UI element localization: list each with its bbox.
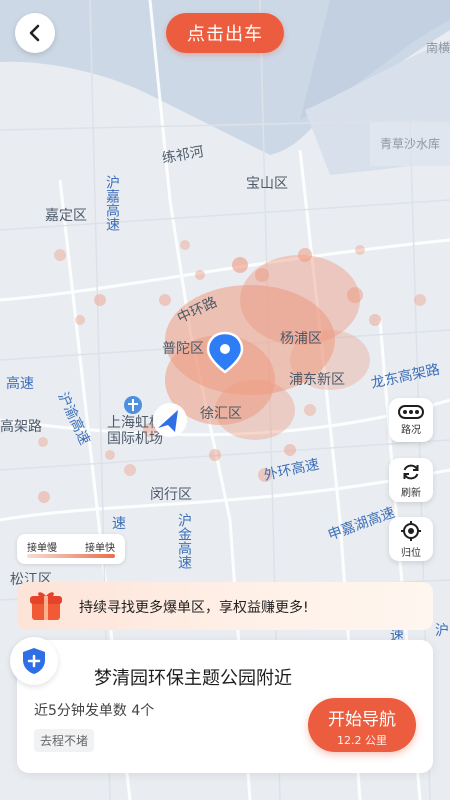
heat-legend: 接单慢 接单快 — [17, 534, 125, 564]
refresh-button[interactable]: 刷新 — [389, 458, 433, 502]
map-label-minhang: 闵行区 — [150, 487, 192, 503]
map-label-pudong: 浦东新区 — [289, 372, 345, 388]
map-label-nanheng: 南横 — [426, 40, 450, 55]
refresh-icon — [403, 464, 419, 479]
gift-icon — [30, 592, 62, 620]
back-button[interactable] — [15, 13, 55, 53]
traffic-button[interactable]: 路况 — [389, 398, 433, 442]
shield-badge — [10, 637, 58, 685]
destination-title: 梦清园环保主题公园附近 — [94, 668, 292, 689]
map-label-qingcao: 青草沙水库 — [380, 136, 440, 151]
map-label-jiading: 嘉定区 — [45, 208, 87, 224]
traffic-icon — [398, 404, 424, 419]
map-label-hongqiao-2: 国际机场 — [107, 431, 163, 447]
map-label-yangpu: 杨浦区 — [280, 331, 322, 347]
map-label-su1: 速 — [112, 516, 126, 532]
map-label-baoshan: 宝山区 — [246, 176, 288, 192]
locate-button[interactable]: 归位 — [389, 517, 433, 561]
map-label-gaosu: 高速 — [6, 375, 34, 392]
traffic-label: 路况 — [401, 424, 421, 436]
locate-label: 归位 — [401, 547, 421, 559]
depart-button[interactable]: 点击出车 — [166, 13, 284, 53]
nav-distance: 12.2 公里 — [337, 734, 387, 747]
start-navigation-button[interactable]: 开始导航 12.2 公里 — [308, 698, 416, 752]
map-label-gaojialu: 高架路 — [0, 418, 42, 435]
nav-label: 开始导航 — [328, 710, 396, 730]
legend-gradient-bar — [27, 554, 115, 558]
orders-count: 近5分钟发单数 4个 — [34, 703, 155, 719]
current-position-icon — [153, 403, 187, 437]
legend-slow-label: 接单慢 — [27, 543, 57, 554]
legend-fast-label: 接单快 — [85, 543, 115, 554]
map-label-hujin: 沪金高速 — [176, 513, 192, 570]
promo-text: 持续寻找更多爆单区，享权益赚更多! — [79, 600, 309, 616]
map-label-putuo: 普陀区 — [162, 341, 204, 357]
locate-icon — [401, 520, 421, 541]
route-tag: 去程不堵 — [34, 729, 95, 752]
promo-banner[interactable]: 持续寻找更多爆单区，享权益赚更多! — [17, 582, 433, 630]
map-label-xuhui: 徐汇区 — [200, 406, 242, 422]
chevron-left-icon — [29, 24, 40, 42]
destination-card: 梦清园环保主题公园附近 近5分钟发单数 4个 去程不堵 开始导航 12.2 公里 — [17, 640, 433, 773]
map-label-hu: 沪 — [435, 623, 449, 639]
map-label-hujia: 沪嘉高速 — [104, 175, 120, 232]
refresh-label: 刷新 — [401, 487, 421, 499]
shield-plus-icon — [23, 648, 45, 674]
